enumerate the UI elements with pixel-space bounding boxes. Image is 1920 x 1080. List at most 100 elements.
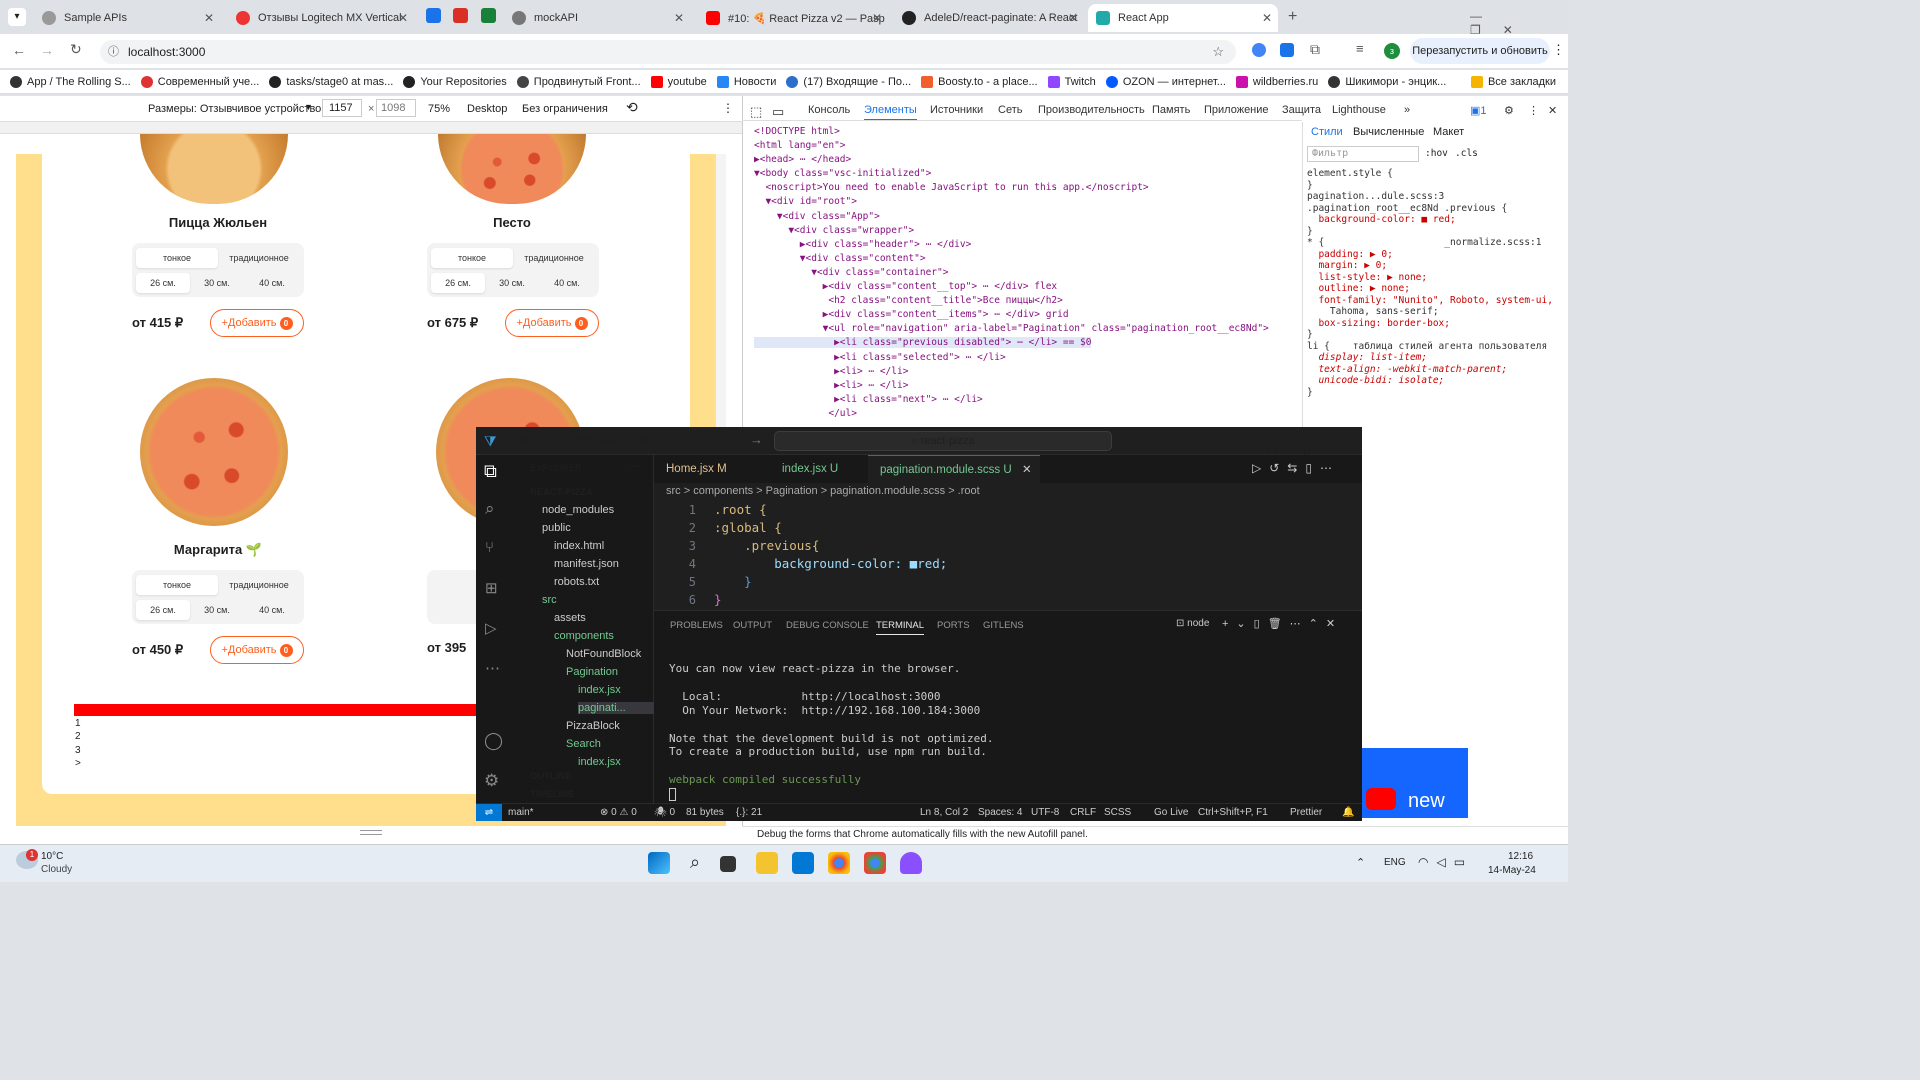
tree-item[interactable]: index.html xyxy=(554,540,604,552)
dom-tree[interactable]: <!DOCTYPE html> <html lang="en"> ▶<head>… xyxy=(754,125,1269,421)
dom-line[interactable]: <noscript>You need to enable JavaScript … xyxy=(754,182,1148,193)
tray-chevron-icon[interactable]: ⌃ xyxy=(1356,856,1365,869)
dom-line[interactable]: ▶<li class="selected"> ⋯ </li> xyxy=(754,352,1006,363)
tab-layout[interactable]: Макет xyxy=(1433,126,1464,138)
panel-actions[interactable]: +⌄▯🗑⋯⌃✕ xyxy=(1222,617,1343,630)
menu-icon[interactable]: ⋮ xyxy=(1552,42,1565,58)
throttle-select[interactable]: Без ограничения xyxy=(522,103,608,115)
dough-option[interactable]: тонкое xyxy=(136,575,218,595)
menu-icon[interactable]: ⋮ xyxy=(722,101,734,115)
weather-desc[interactable]: Cloudy xyxy=(41,864,72,875)
style-line[interactable]: background-color: ■ red; xyxy=(1307,214,1455,225)
timeline-section[interactable]: TIMELINE xyxy=(530,789,574,800)
editor-actions[interactable]: ▷↺⇆▯⋯ xyxy=(1252,461,1340,475)
prettier-status[interactable]: Prettier xyxy=(1290,807,1322,818)
style-line[interactable]: element.style { xyxy=(1307,168,1393,179)
page-link[interactable]: 1 xyxy=(75,718,81,729)
terminal-selector[interactable]: ⊡ node xyxy=(1176,618,1209,629)
bookmark[interactable]: OZON — интернет... xyxy=(1105,75,1226,88)
tab-application[interactable]: Приложение xyxy=(1204,104,1269,116)
dom-line[interactable]: ▼<div class="container"> xyxy=(754,267,948,278)
app-icon[interactable] xyxy=(900,852,922,874)
issues-badge[interactable]: ▣1 xyxy=(1470,104,1487,117)
encoding[interactable]: UTF-8 xyxy=(1031,807,1059,818)
size-option[interactable]: 30 см. xyxy=(190,273,244,293)
style-selector[interactable]: * { _normalize.scss:1 xyxy=(1307,237,1542,248)
dom-line-selected[interactable]: ▶<li class="previous disabled"> ⋯ </li> … xyxy=(754,337,1092,349)
account-icon[interactable]: ◯ xyxy=(484,731,503,751)
more-icon[interactable]: ⋯ xyxy=(691,432,703,446)
more-tabs-icon[interactable]: » xyxy=(1404,104,1410,116)
problems-count[interactable]: ⊗ 0 ⚠ 0 xyxy=(600,807,637,818)
tab-security[interactable]: Защита xyxy=(1282,104,1321,116)
dom-line[interactable]: ▼<ul role="navigation" aria-label="Pagin… xyxy=(754,323,1269,334)
tree-item[interactable]: PizzaBlock xyxy=(566,720,620,732)
dom-line[interactable]: ▶<div class="content__items"> ⋯ </div> g… xyxy=(754,309,1069,320)
bookmark[interactable]: Продвинутый Front... xyxy=(516,75,641,88)
tree-item[interactable]: index.jsx xyxy=(578,684,621,696)
more-icon[interactable]: ⋯ xyxy=(628,459,640,473)
outline-section[interactable]: OUTLINE xyxy=(530,771,572,782)
tree-item[interactable]: Pagination xyxy=(566,666,618,678)
tree-item[interactable]: index.jsx xyxy=(578,756,621,768)
command-palette-hint[interactable]: Ctrl+Shift+P, F1 xyxy=(1198,807,1268,818)
clock-date[interactable]: 14-May-24 xyxy=(1488,865,1536,876)
tab-memory[interactable]: Память xyxy=(1152,104,1190,116)
size-option[interactable]: 40 см. xyxy=(244,273,300,293)
code-line[interactable]: .root { xyxy=(714,502,767,517)
bookmark[interactable]: Twitch xyxy=(1047,75,1096,88)
indentation[interactable]: Spaces: 4 xyxy=(978,807,1022,818)
close-icon[interactable]: ✕ xyxy=(1262,11,1272,25)
dom-line[interactable]: ▶<div class="content__top"> ⋯ </div> fle… xyxy=(754,281,1058,292)
panel-tab-problems[interactable]: PROBLEMS xyxy=(670,620,723,631)
puzzle-icon[interactable]: ⧉ xyxy=(1310,41,1320,58)
tab-performance[interactable]: Производительность xyxy=(1038,104,1145,116)
forward-icon[interactable]: → xyxy=(750,432,763,447)
style-source-link[interactable]: pagination...dule.scss:3 xyxy=(1307,191,1444,202)
dom-line[interactable]: ▶<li class="next"> ⋯ </li> xyxy=(754,394,983,405)
video-thumbnail[interactable]: new xyxy=(1356,748,1468,818)
device-select[interactable]: Размеры: Отзывчивое устройство xyxy=(148,103,321,115)
editor-tab[interactable]: Home.jsx M xyxy=(654,455,739,483)
add-to-cart-button[interactable]: +Добавить 0 xyxy=(210,309,304,337)
close-icon[interactable]: ✕ xyxy=(1548,104,1557,117)
cursor-position[interactable]: Ln 8, Col 2 xyxy=(920,807,968,818)
tab-group-blue[interactable] xyxy=(426,8,441,23)
new-tab-button[interactable]: + xyxy=(1288,8,1297,26)
breadcrumb[interactable]: src > components > Pagination > paginati… xyxy=(666,485,980,497)
file-explorer-icon[interactable] xyxy=(756,852,778,874)
inspect-icon[interactable]: ⬚ xyxy=(750,104,762,120)
editor-tab-active[interactable]: pagination.module.scss U ✕ xyxy=(868,455,1040,483)
tab-github[interactable]: AdeleD/react-paginate: A React ✕ xyxy=(894,4,1084,32)
size-option[interactable]: 26 см. xyxy=(431,273,485,293)
back-icon[interactable]: ← xyxy=(12,42,26,58)
tree-item[interactable]: assets xyxy=(554,612,586,624)
close-icon[interactable]: ✕ xyxy=(204,11,214,25)
page-link[interactable]: 2 xyxy=(75,731,81,742)
line-ending[interactable]: CRLF xyxy=(1070,807,1096,818)
more-icon[interactable]: ⋯ xyxy=(485,659,500,677)
tree-item[interactable]: Search xyxy=(566,738,601,750)
tab-youtube[interactable]: #10: 🍕 React Pizza v2 — Pasp ✕ xyxy=(698,4,888,32)
chrome-icon[interactable] xyxy=(828,852,850,874)
size-option[interactable]: 26 см. xyxy=(136,273,190,293)
dough-option[interactable]: традиционное xyxy=(218,575,300,595)
git-branch[interactable]: main* xyxy=(508,807,534,818)
code-line[interactable]: } xyxy=(714,592,722,607)
resize-handle[interactable] xyxy=(360,830,382,835)
bookmark[interactable]: Шикимори - энцик... xyxy=(1328,75,1446,88)
code-line[interactable]: .previous{ xyxy=(714,538,819,553)
style-selector[interactable]: li { таблица стилей агента пользователя xyxy=(1307,341,1547,352)
tab-styles[interactable]: Стили xyxy=(1311,126,1343,138)
tab-lighthouse[interactable]: Lighthouse xyxy=(1332,104,1386,116)
dough-option[interactable]: тонкое xyxy=(136,248,218,268)
chrome-icon[interactable] xyxy=(864,852,886,874)
tree-item[interactable]: robots.txt xyxy=(554,576,599,588)
close-icon[interactable]: ✕ xyxy=(1068,11,1078,25)
gear-icon[interactable]: ⚙ xyxy=(484,771,499,791)
style-line[interactable]: margin: ▶ 0; xyxy=(1307,260,1387,271)
bell-icon[interactable]: 🔔 xyxy=(1342,807,1354,818)
style-selector[interactable]: .pagination_root__ec8Nd .previous { xyxy=(1307,203,1507,214)
panel-tab-gitlens[interactable]: GITLENS xyxy=(983,620,1024,631)
dom-line[interactable]: </ul> xyxy=(754,408,857,419)
